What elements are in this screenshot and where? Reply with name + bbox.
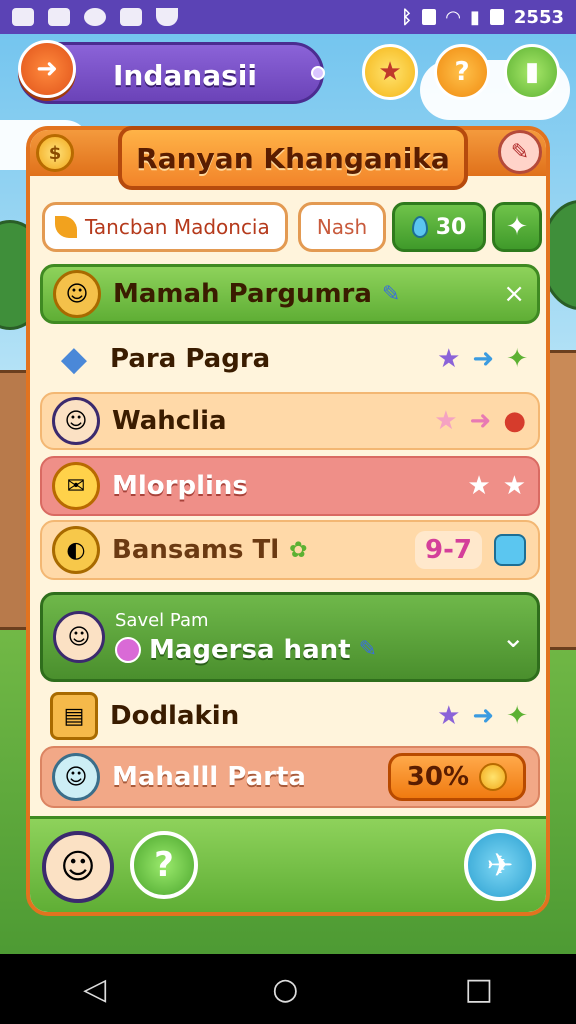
leaf-icon — [55, 216, 77, 238]
alarm-icon — [422, 9, 437, 25]
crystal-icon: ◆ — [60, 339, 88, 379]
list-item[interactable]: ✉ Mlorplins ★ ★ — [40, 456, 540, 516]
list-item[interactable]: ☺ Wahclia ★ ➜ ● — [40, 392, 540, 450]
character-icon: ☺ — [52, 397, 100, 445]
arrow-right-icon: ➜ — [472, 344, 495, 374]
water-counter[interactable]: 30 — [392, 202, 486, 252]
tools-button[interactable]: ✎ — [498, 130, 542, 174]
notification-icon — [120, 8, 142, 26]
question-icon: ? — [154, 845, 174, 885]
player-avatar[interactable]: ☺ — [42, 831, 114, 903]
item-label: Magersa hant — [149, 634, 351, 665]
sparkle-icon: ✦ — [506, 344, 528, 374]
list-item[interactable]: ◆ Para Pagra ★ ➜ ✦ — [40, 330, 540, 388]
app-title: Indanasii — [113, 59, 257, 92]
bluetooth-icon: ᛒ — [401, 6, 413, 28]
chevron-down-icon[interactable]: ⌄ — [502, 621, 525, 654]
coin-icon — [479, 763, 507, 791]
tab-row: Tancban Madoncia Nash 30 ✦ — [42, 202, 542, 252]
list-item[interactable]: ▤ Dodlakin ★ ➜ ✦ — [40, 686, 540, 746]
star-icon: ★ — [437, 344, 461, 374]
tools-icon: ✎ — [358, 637, 377, 662]
score-value: 9-7 — [415, 531, 482, 569]
coin-icon: ◐ — [52, 526, 100, 574]
android-nav-bar: ◁ ○ □ — [0, 954, 576, 1024]
tools-icon: ✎ — [510, 139, 530, 165]
water-drop-icon — [411, 216, 428, 238]
bottom-bar: ☺ ? ✈ — [30, 816, 546, 912]
back-button[interactable]: ➜ — [18, 40, 76, 98]
list-item[interactable]: ☺ Mamah Pargumra ✎ × — [40, 264, 540, 324]
notification-icon — [84, 8, 106, 26]
ghost-icon: ☺ — [52, 753, 100, 801]
carrot-icon: ✿ — [289, 537, 308, 563]
star-icon: ★ — [467, 471, 491, 501]
star-button[interactable]: ★ — [362, 44, 418, 100]
notification-icon — [156, 8, 178, 26]
help-button[interactable]: ? — [130, 831, 198, 899]
character-icon: ☺ — [60, 847, 96, 887]
status-bar: ᛒ ◠ ▮ 2553 — [0, 0, 576, 34]
progress-value: 30% — [406, 762, 469, 792]
sparkle-icon: ✦ — [506, 701, 528, 731]
tab-main[interactable]: Tancban Madoncia — [42, 202, 288, 252]
arrow-right-icon: ➜ — [472, 701, 495, 731]
panel-title: Ranyan Khanganika — [118, 126, 468, 190]
item-label: Mlorplins — [112, 471, 248, 501]
folder-icon: ▤ — [50, 692, 98, 740]
recents-nav-icon[interactable]: □ — [465, 972, 493, 1007]
bag-button[interactable]: ▮ — [504, 44, 560, 100]
indicator-dot — [311, 66, 325, 80]
progress-badge[interactable]: 30% — [387, 753, 526, 801]
water-count: 30 — [435, 214, 467, 240]
send-button[interactable]: ✈ — [464, 829, 536, 901]
coin-icon: $ — [36, 134, 74, 172]
back-arrow-icon: ➜ — [36, 54, 58, 84]
notification-icon — [48, 8, 70, 26]
item-label: Para Pagra — [110, 344, 271, 374]
hint-icon: ? — [454, 57, 470, 87]
signal-icon: ▮ — [469, 6, 480, 28]
item-label: Mahalll Parta — [112, 762, 306, 792]
star-icon: ★ — [502, 471, 526, 501]
star-icon: ★ — [378, 57, 402, 87]
water-drop-icon — [494, 534, 526, 566]
main-panel: $ Ranyan Khanganika ✎ Tancban Madoncia N… — [26, 126, 550, 916]
item-label: Bansams Tl — [112, 535, 280, 565]
list-item[interactable]: ◐ Bansams Tl ✿ 9-7 — [40, 520, 540, 580]
badge-icon — [115, 636, 141, 663]
tab-label: Nash — [316, 215, 368, 239]
star-icon: ✦ — [506, 212, 528, 242]
hint-button[interactable]: ? — [434, 44, 490, 100]
item-label: Mamah Pargumra — [113, 279, 372, 309]
tab-label: Tancban Madoncia — [85, 215, 270, 239]
house — [546, 350, 576, 650]
close-icon[interactable]: × — [503, 279, 525, 309]
star-icon: ★ — [434, 406, 458, 436]
notification-icon — [12, 8, 34, 26]
back-nav-icon[interactable]: ◁ — [83, 972, 106, 1007]
wifi-icon: ◠ — [446, 6, 460, 28]
list-item[interactable]: ☺ Mahalll Parta 30% — [40, 746, 540, 808]
status-time: 2553 — [513, 6, 564, 28]
item-subtitle: Savel Pam — [115, 609, 209, 631]
tools-icon: ✎ — [381, 281, 401, 307]
paper-plane-icon: ✈ — [486, 846, 514, 884]
bag-icon: ▮ — [524, 57, 540, 87]
cookie-icon: ☺ — [53, 270, 101, 318]
tab-secondary[interactable]: Nash — [298, 202, 386, 252]
home-nav-icon[interactable]: ○ — [272, 972, 298, 1007]
top-bar: Indanasii ➜ ★ ? ▮ — [0, 40, 576, 112]
item-label: Wahclia — [112, 406, 227, 436]
list-item-expanded[interactable]: ☺ Savel Pam Magersa hant ✎ ⌄ — [40, 592, 540, 682]
character-icon: ☺ — [53, 611, 105, 663]
arrow-right-icon: ➜ — [469, 406, 492, 436]
item-label: Dodlakin — [110, 701, 240, 731]
favorite-button[interactable]: ✦ — [492, 202, 542, 252]
tomato-icon: ● — [503, 406, 526, 436]
chat-bubble-icon: ✉ — [52, 462, 100, 510]
star-icon: ★ — [437, 701, 461, 731]
battery-icon — [489, 9, 504, 25]
